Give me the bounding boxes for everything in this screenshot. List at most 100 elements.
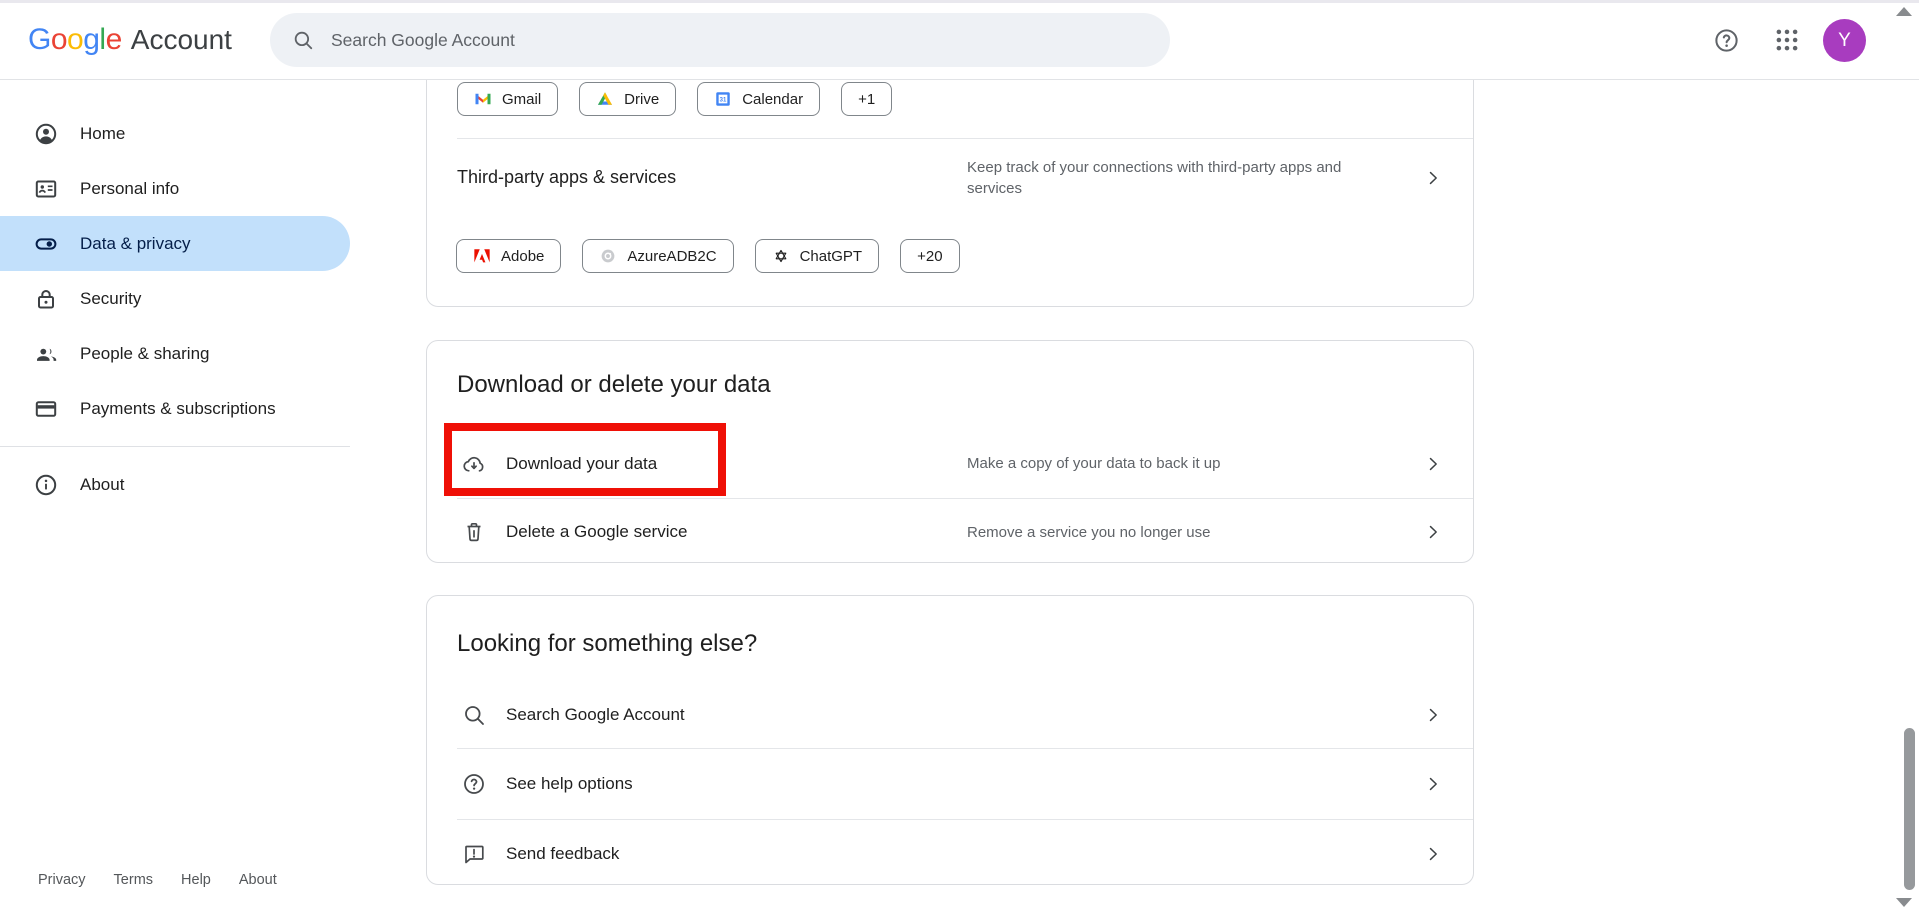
chevron-right-icon	[1423, 705, 1443, 725]
row-label: Search Google Account	[506, 705, 685, 725]
footer-link-privacy[interactable]: Privacy	[38, 872, 86, 888]
chevron-right-icon	[1423, 522, 1443, 542]
scrollbar-thumb[interactable]	[1904, 728, 1915, 890]
help-icon	[1713, 27, 1740, 54]
search-icon	[462, 703, 486, 727]
search-google-account-row[interactable]: Search Google Account	[427, 681, 1473, 748]
azureadb2c-icon	[599, 247, 617, 265]
chevron-right-icon	[1423, 168, 1443, 188]
footer-link-help[interactable]: Help	[181, 872, 211, 888]
security-lock-icon	[34, 287, 58, 311]
chevron-right-icon	[1423, 844, 1443, 864]
sidebar-item-personal-info[interactable]: Personal info	[0, 161, 350, 216]
payments-card-icon	[34, 397, 58, 421]
logo-letter: g	[83, 23, 99, 57]
feedback-icon	[462, 842, 486, 866]
cloud-download-icon	[462, 452, 486, 476]
row-label: See help options	[506, 774, 633, 794]
chip-label: Drive	[624, 91, 659, 108]
chip-drive[interactable]: Drive	[579, 82, 676, 116]
chip-gmail[interactable]: Gmail	[457, 82, 558, 116]
info-icon	[34, 473, 58, 497]
card-title: Looking for something else?	[427, 596, 1473, 659]
chip-label: ChatGPT	[800, 248, 863, 265]
sidebar-item-label: People & sharing	[80, 344, 209, 364]
sidebar-item-label: About	[80, 475, 124, 495]
google-apps-button[interactable]	[1773, 27, 1801, 55]
adobe-icon	[473, 247, 491, 265]
shared-data-card: Gmail Drive 31 Calendar +1 Third-party a…	[426, 80, 1474, 307]
search-input[interactable]	[331, 30, 1111, 51]
chip-label: +20	[917, 248, 942, 265]
footer-link-about[interactable]: About	[239, 872, 277, 888]
third-party-chips-row: Adobe AzureADB2C ChatGPT +20	[427, 239, 1473, 273]
third-party-apps-row[interactable]: Third-party apps & services Keep track o…	[427, 139, 1473, 216]
personal-info-icon	[34, 177, 58, 201]
scrollbar-up-arrow[interactable]	[1896, 7, 1912, 16]
chip-label: Calendar	[742, 91, 803, 108]
chip-more-apps[interactable]: +1	[841, 82, 892, 116]
chip-chatgpt[interactable]: ChatGPT	[755, 239, 880, 273]
row-description: Make a copy of your data to back it up	[967, 453, 1362, 474]
sidebar-item-home[interactable]: Home	[0, 106, 350, 161]
sidebar-item-payments[interactable]: Payments & subscriptions	[0, 381, 350, 436]
chip-adobe[interactable]: Adobe	[456, 239, 561, 273]
logo-letter: o	[51, 23, 67, 57]
account-avatar[interactable]: Y	[1823, 19, 1866, 62]
data-privacy-toggle-icon	[34, 232, 58, 256]
google-account-logo[interactable]: Google Account	[28, 0, 232, 80]
sidebar-item-label: Payments & subscriptions	[80, 399, 276, 419]
help-button[interactable]	[1712, 27, 1740, 55]
sidebar-item-people-sharing[interactable]: People & sharing	[0, 326, 350, 381]
chevron-right-icon	[1423, 454, 1443, 474]
row-label: Delete a Google service	[506, 522, 687, 542]
sidebar-item-data-privacy[interactable]: Data & privacy	[0, 216, 350, 271]
svg-text:31: 31	[720, 97, 727, 103]
row-description: Keep track of your connections with thir…	[967, 157, 1362, 199]
logo-product-name: Account	[131, 24, 232, 56]
sidebar-item-about[interactable]: About	[0, 457, 350, 512]
home-account-icon	[34, 122, 58, 146]
people-sharing-icon	[34, 342, 58, 366]
card-title: Download or delete your data	[427, 341, 1473, 400]
google-apps-chips-row: Gmail Drive 31 Calendar +1	[427, 82, 1473, 116]
chevron-right-icon	[1423, 774, 1443, 794]
sidebar: Home Personal info Data & privacy Securi…	[0, 80, 350, 512]
download-delete-card: Download or delete your data Download yo…	[426, 340, 1474, 563]
logo-letter: o	[67, 23, 83, 57]
chip-azureadb2c[interactable]: AzureADB2C	[582, 239, 733, 273]
scrollbar-down-arrow[interactable]	[1896, 898, 1912, 907]
calendar-icon: 31	[714, 90, 732, 108]
sidebar-divider	[0, 446, 350, 447]
row-label: Send feedback	[506, 844, 619, 864]
delete-google-service-row[interactable]: Delete a Google service Remove a service…	[427, 499, 1473, 565]
download-your-data-row[interactable]: Download your data Make a copy of your d…	[427, 429, 1473, 498]
app-header: Google Account Y	[0, 0, 1919, 80]
chip-label: Gmail	[502, 91, 541, 108]
logo-letter: G	[28, 23, 51, 57]
see-help-options-row[interactable]: See help options	[427, 749, 1473, 819]
trash-icon	[462, 520, 486, 544]
sidebar-item-security[interactable]: Security	[0, 271, 350, 326]
window-top-edge	[0, 0, 1919, 3]
chip-label: +1	[858, 91, 875, 108]
row-title: Third-party apps & services	[457, 167, 676, 188]
chip-calendar[interactable]: 31 Calendar	[697, 82, 820, 116]
search-icon	[292, 29, 314, 51]
chip-label: AzureADB2C	[627, 248, 716, 265]
sidebar-item-label: Personal info	[80, 179, 179, 199]
footer-link-terms[interactable]: Terms	[114, 872, 153, 888]
sidebar-item-label: Data & privacy	[80, 234, 191, 254]
chip-more-connections[interactable]: +20	[900, 239, 959, 273]
sidebar-item-label: Home	[80, 124, 125, 144]
looking-for-something-else-card: Looking for something else? Search Googl…	[426, 595, 1474, 885]
drive-icon	[596, 90, 614, 108]
send-feedback-row[interactable]: Send feedback	[427, 820, 1473, 887]
help-icon	[462, 772, 486, 796]
chip-label: Adobe	[501, 248, 544, 265]
row-description: Remove a service you no longer use	[967, 522, 1362, 543]
gmail-icon	[474, 90, 492, 108]
sidebar-item-label: Security	[80, 289, 141, 309]
account-search-bar[interactable]	[270, 13, 1170, 67]
chatgpt-icon	[772, 247, 790, 265]
